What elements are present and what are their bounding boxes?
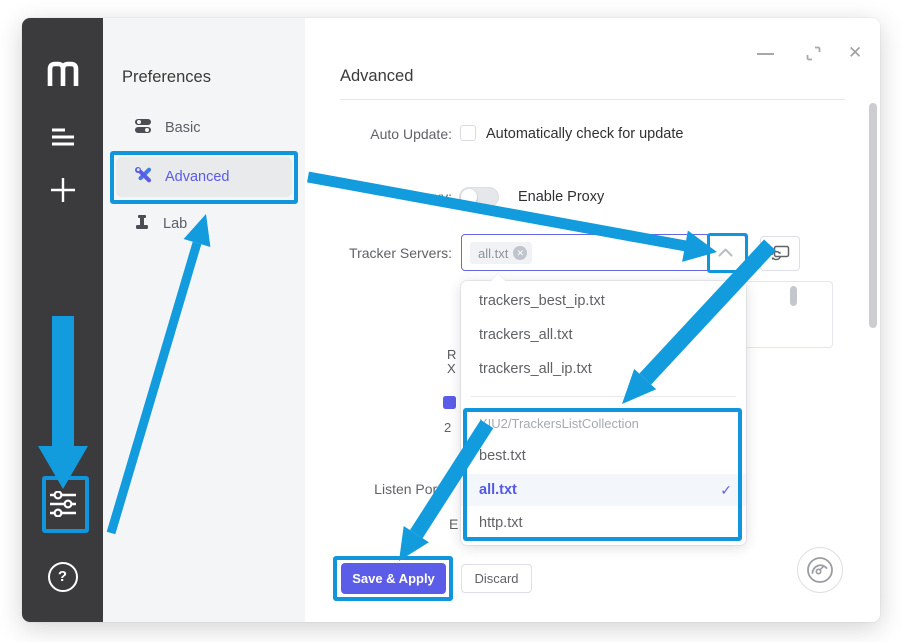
highlight-box-advanced-item bbox=[110, 151, 298, 204]
content-scrollbar[interactable] bbox=[869, 103, 877, 328]
page-title: Advanced bbox=[340, 67, 413, 86]
sync-icon bbox=[770, 245, 790, 262]
proxy-toggle[interactable] bbox=[459, 187, 499, 207]
dropdown-item[interactable]: trackers_all_ip.txt bbox=[461, 353, 746, 386]
hidden-text-fragment: 2 bbox=[444, 420, 458, 435]
highlight-box-preferences-icon bbox=[42, 476, 89, 533]
tag-close-icon[interactable]: ✕ bbox=[513, 246, 527, 260]
dropdown-item[interactable]: trackers_all.txt bbox=[461, 319, 746, 352]
nav-item-label: Lab bbox=[163, 216, 187, 232]
add-task-icon[interactable] bbox=[22, 176, 103, 204]
title-divider bbox=[340, 99, 845, 100]
dropdown-divider bbox=[471, 396, 736, 397]
auto-update-checkbox[interactable] bbox=[460, 125, 476, 141]
highlight-box-save-button bbox=[333, 556, 453, 601]
dropdown-item[interactable]: trackers_best_ip.txt bbox=[461, 285, 746, 318]
nav-item-lab[interactable]: Lab bbox=[116, 204, 292, 244]
textarea-scroll-thumb[interactable] bbox=[790, 286, 797, 306]
hidden-checkbox-fragment bbox=[443, 396, 456, 409]
tracker-servers-select[interactable]: all.txt ✕ bbox=[461, 234, 746, 271]
task-list-icon[interactable] bbox=[22, 128, 103, 146]
nav-item-label: Basic bbox=[165, 120, 200, 136]
discard-button[interactable]: Discard bbox=[461, 564, 532, 593]
toggle-knob bbox=[461, 189, 477, 205]
speed-limit-button[interactable] bbox=[797, 547, 843, 593]
highlight-box-tracker-group bbox=[463, 408, 742, 541]
sync-tracker-button[interactable] bbox=[760, 236, 800, 271]
hidden-text-fragment: E bbox=[449, 516, 460, 532]
hidden-text-fragment: R X bbox=[447, 348, 460, 376]
preferences-nav: Preferences Basic A bbox=[103, 18, 305, 622]
proxy-label: Proxy: bbox=[292, 189, 452, 205]
app-window: ? Preferences Basic bbox=[22, 18, 880, 622]
highlight-box-dropdown-chevron bbox=[707, 233, 748, 273]
auto-update-option-label[interactable]: Automatically check for update bbox=[486, 126, 683, 142]
toggles-icon bbox=[134, 118, 152, 138]
tag-label: all.txt bbox=[478, 246, 508, 261]
motrix-logo-icon bbox=[22, 58, 103, 88]
listen-ports-label: Listen Ports: bbox=[292, 481, 452, 497]
selected-tag: all.txt ✕ bbox=[470, 242, 532, 264]
auto-update-label: Auto Update: bbox=[292, 126, 452, 142]
tracker-servers-label: Tracker Servers: bbox=[292, 245, 452, 261]
maximize-button[interactable] bbox=[805, 45, 822, 62]
minimize-button[interactable] bbox=[757, 53, 774, 55]
question-glyph: ? bbox=[48, 562, 78, 592]
speedometer-icon bbox=[806, 556, 834, 584]
nav-item-basic[interactable]: Basic bbox=[116, 108, 292, 148]
proxy-option-label[interactable]: Enable Proxy bbox=[518, 189, 604, 205]
help-icon[interactable]: ? bbox=[22, 562, 103, 592]
nav-title: Preferences bbox=[122, 68, 211, 87]
close-button[interactable]: ✕ bbox=[848, 43, 862, 63]
lab-icon bbox=[134, 214, 150, 235]
